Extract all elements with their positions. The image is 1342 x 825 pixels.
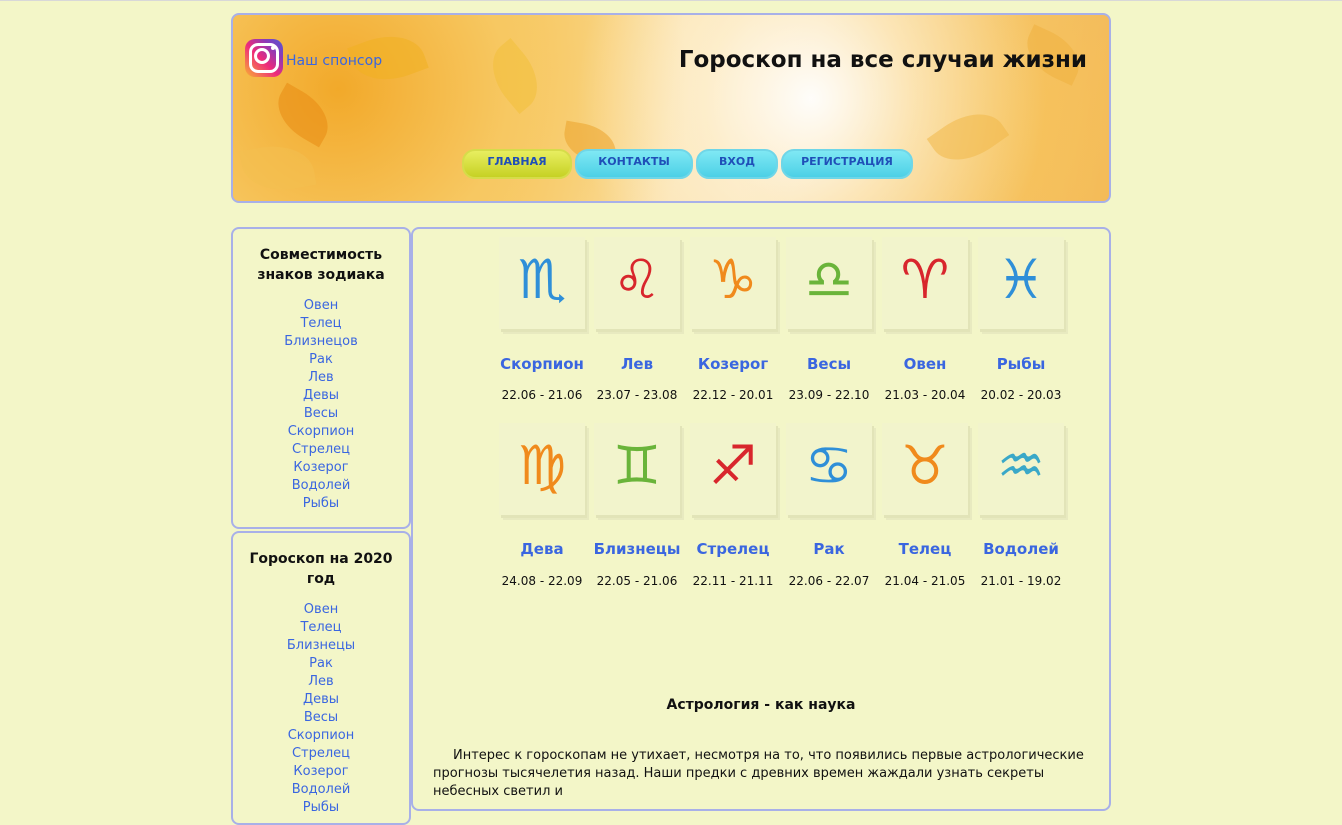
leaf-decoration (478, 37, 552, 115)
compat-link-item[interactable]: Близнецов (233, 333, 409, 351)
sidebar-horoscope-2020: Гороскоп на 2020 год Овен Телец Близнецы Ра… (231, 531, 411, 825)
sidebar-horoscope-list: Овен Телец Близнецы Рак Лев Девы Весы Скорпион С… (233, 601, 409, 817)
zodiac-dates: 22.12 - 20.01 (692, 388, 774, 402)
horoscope-link-item[interactable]: Водолей (233, 781, 409, 799)
libra-icon[interactable]: ♎ (786, 237, 872, 323)
zodiac-name-link[interactable]: Дева (492, 540, 592, 558)
zodiac-name-link[interactable]: Телец (875, 540, 975, 558)
instagram-icon[interactable] (245, 39, 283, 77)
site-title: Гороскоп на все случаи жизни (678, 47, 1087, 73)
zodiac-dates: 20.02 - 20.03 (980, 388, 1062, 402)
horoscope-link-item[interactable]: Козерог (233, 763, 409, 781)
zodiac-name-link[interactable]: Водолей (971, 540, 1071, 558)
scorpio-icon[interactable]: ♏ (499, 237, 585, 323)
compat-link-item[interactable]: Водолей (233, 477, 409, 495)
zodiac-dates: 23.07 - 23.08 (596, 388, 678, 402)
zodiac-tile[interactable]: ♎ (786, 237, 872, 329)
zodiac-dates: 22.06 - 22.07 (788, 574, 870, 588)
horoscope-link-item[interactable]: Рыбы (233, 799, 409, 817)
zodiac-name-link[interactable]: Овен (875, 355, 975, 373)
top-border (0, 0, 1342, 1)
zodiac-dates: 22.06 - 21.06 (501, 388, 583, 402)
compat-link-item[interactable]: Стрелец (233, 441, 409, 459)
horoscope-link-item[interactable]: Близнецы (233, 637, 409, 655)
compat-link-item[interactable]: Девы (233, 387, 409, 405)
horoscope-link-item[interactable]: Стрелец (233, 745, 409, 763)
sponsor-link[interactable]: Наш спонсор (286, 53, 382, 69)
sidebar-compatibility-title: Совместимость знаков зодиака (257, 247, 385, 283)
horoscope-link-item[interactable]: Телец (233, 619, 409, 637)
compat-link-item[interactable]: Лев (233, 369, 409, 387)
zodiac-tile[interactable]: ♌ (594, 237, 680, 329)
zodiac-tile[interactable]: ♐ (690, 423, 776, 515)
aries-icon[interactable]: ♈ (882, 237, 968, 323)
compat-link-item[interactable]: Рыбы (233, 495, 409, 513)
zodiac-tile[interactable]: ♑ (690, 237, 776, 329)
horoscope-link-item[interactable]: Скорпион (233, 727, 409, 745)
main-content: ♏ Скорпион 22.06 - 21.06 ♌ Лев 23.07 - 23.08 ♑… (411, 227, 1111, 811)
compat-link-item[interactable]: Козерог (233, 459, 409, 477)
gemini-icon[interactable]: ♊ (594, 423, 680, 509)
article-text: Интерес к гороскопам не утихает, несмотр… (433, 748, 1084, 799)
zodiac-dates: 21.01 - 19.02 (980, 574, 1062, 588)
zodiac-name-link[interactable]: Рыбы (971, 355, 1071, 373)
horoscope-link-item[interactable]: Овен (233, 601, 409, 619)
horoscope-link-item[interactable]: Весы (233, 709, 409, 727)
horoscope-link-item[interactable]: Лев (233, 673, 409, 691)
zodiac-dates: 22.11 - 21.11 (692, 574, 774, 588)
compat-link-item[interactable]: Весы (233, 405, 409, 423)
zodiac-dates: 24.08 - 22.09 (501, 574, 583, 588)
leaf-decoration (926, 98, 1010, 176)
zodiac-tile[interactable]: ♋ (786, 423, 872, 515)
zodiac-name-link[interactable]: Лев (587, 355, 687, 373)
article-title: Астрология - как наука (666, 697, 856, 713)
aquarius-icon[interactable]: ♒ (978, 423, 1064, 509)
nav-login-button[interactable]: ВХОД (696, 149, 778, 179)
site-header: Наш спонсор Гороскоп на все случаи жизни… (231, 13, 1111, 203)
sagittarius-icon[interactable]: ♐ (690, 423, 776, 509)
taurus-icon[interactable]: ♉ (882, 423, 968, 509)
zodiac-tile[interactable]: ♓ (978, 237, 1064, 329)
zodiac-tile[interactable]: ♍ (499, 423, 585, 515)
main-nav: ГЛАВНАЯ КОНТАКТЫ ВХОД РЕГИСТРАЦИЯ (462, 149, 913, 179)
zodiac-tile[interactable]: ♊ (594, 423, 680, 515)
nav-contacts-button[interactable]: КОНТАКТЫ (575, 149, 693, 179)
zodiac-dates: 22.05 - 21.06 (596, 574, 678, 588)
zodiac-name-link[interactable]: Стрелец (683, 540, 783, 558)
zodiac-tile[interactable]: ♒ (978, 423, 1064, 515)
leaf-decoration (267, 82, 339, 148)
zodiac-dates: 23.09 - 22.10 (788, 388, 870, 402)
compat-link-item[interactable]: Рак (233, 351, 409, 369)
pisces-icon[interactable]: ♓ (978, 237, 1064, 323)
zodiac-name-link[interactable]: Козерог (683, 355, 783, 373)
zodiac-tile[interactable]: ♉ (882, 423, 968, 515)
cancer-icon[interactable]: ♋ (786, 423, 872, 509)
zodiac-name-link[interactable]: Скорпион (492, 355, 592, 373)
compat-link-item[interactable]: Овен (233, 297, 409, 315)
zodiac-tile[interactable]: ♏ (499, 237, 585, 329)
leo-icon[interactable]: ♌ (594, 237, 680, 323)
compat-link-item[interactable]: Скорпион (233, 423, 409, 441)
sidebar-compatibility-list: Овен Телец Близнецов Рак Лев Девы Весы Скорпион… (233, 297, 409, 513)
zodiac-dates: 21.03 - 20.04 (884, 388, 966, 402)
capricorn-icon[interactable]: ♑ (690, 237, 776, 323)
compat-link-item[interactable]: Телец (233, 315, 409, 333)
leaf-decoration (239, 139, 317, 197)
horoscope-link-item[interactable]: Рак (233, 655, 409, 673)
nav-home-button[interactable]: ГЛАВНАЯ (462, 149, 572, 179)
virgo-icon[interactable]: ♍ (499, 423, 585, 509)
zodiac-tile[interactable]: ♈ (882, 237, 968, 329)
horoscope-link-item[interactable]: Девы (233, 691, 409, 709)
zodiac-name-link[interactable]: Весы (779, 355, 879, 373)
sidebar-compatibility: Совместимость знаков зодиака Овен Телец Бл… (231, 227, 411, 529)
zodiac-name-link[interactable]: Близнецы (587, 540, 687, 558)
nav-register-button[interactable]: РЕГИСТРАЦИЯ (781, 149, 913, 179)
zodiac-name-link[interactable]: Рак (779, 540, 879, 558)
sidebar-horoscope-title: Гороскоп на 2020 год (249, 551, 393, 587)
zodiac-dates: 21.04 - 21.05 (884, 574, 966, 588)
